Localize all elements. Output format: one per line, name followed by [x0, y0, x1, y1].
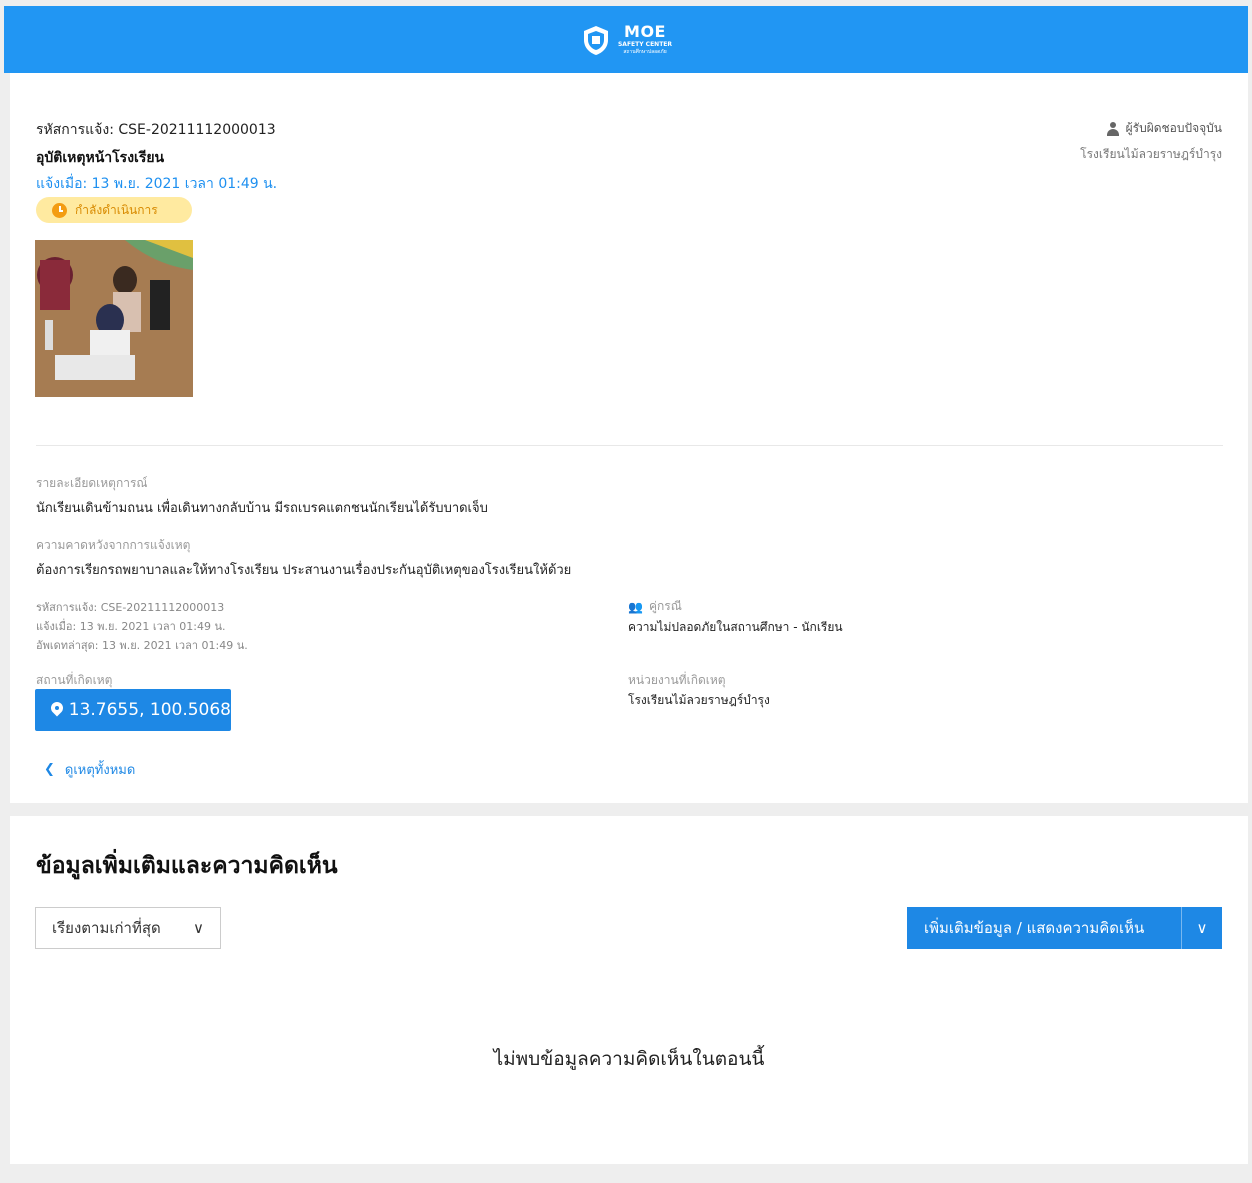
agency-label: หน่วยงานที่เกิดเหตุ	[628, 673, 726, 687]
responsible-name: โรงเรียนไม้ลวยราษฎร์บำรุง	[1080, 147, 1222, 161]
add-comment-label: เพิ่มเติมข้อมูล / แสดงความคิดเห็น	[924, 919, 1145, 937]
comments-card: ข้อมูลเพิ่มเติมและความคิดเห็น เรียงตามเก…	[10, 816, 1248, 1164]
status-badge: กำลังดำเนินการ	[36, 197, 192, 223]
sort-label: เรียงตามเก่าที่สุด	[52, 919, 161, 937]
map-pin-icon	[51, 702, 61, 718]
meta-updated: อัพเดทล่าสุด: 13 พ.ย. 2021 เวลา 01:49 น.	[36, 639, 248, 652]
dropdown-chevron-icon[interactable]: ∨	[1182, 919, 1222, 937]
location-value: 13.7655, 100.5068	[68, 700, 231, 720]
reported-time: แจ้งเมื่อ: 13 พ.ย. 2021 เวลา 01:49 น.	[36, 176, 278, 192]
clock-icon	[52, 202, 67, 218]
category-value: ความไม่ปลอดภัยในสถานศึกษา - นักเรียน	[628, 620, 843, 634]
logo-title: MOE	[624, 22, 666, 41]
expectation-label: ความคาดหวังจากการแจ้งเหตุ	[36, 538, 191, 552]
agency-value: โรงเรียนไม้ลวยราษฎร์บำรุง	[628, 693, 770, 707]
view-all-link[interactable]: ❮ ดูเหตุทั้งหมด	[44, 759, 135, 780]
category-label: คู่กรณี	[648, 599, 682, 613]
person-icon	[1106, 121, 1120, 136]
responsible-label: ผู้รับผิดชอบปัจจุบัน	[1125, 121, 1222, 135]
incident-photo[interactable]	[35, 240, 193, 397]
chevron-down-icon: ∨	[193, 919, 204, 937]
location-button[interactable]: 13.7655, 100.5068	[35, 689, 231, 731]
sort-select[interactable]: เรียงตามเก่าที่สุด ∨	[35, 907, 221, 949]
logo-tagline: สถานศึกษาปลอดภัย	[623, 49, 667, 55]
logo-subtitle: SAFETY CENTER	[617, 41, 673, 48]
responsible-header: ผู้รับผิดชอบปัจจุบัน	[1106, 119, 1222, 138]
event-detail-label: รายละเอียดเหตุการณ์	[36, 476, 148, 490]
divider	[36, 445, 1223, 446]
case-title: อุบัติเหตุหน้าโรงเรียน	[36, 150, 165, 166]
view-all-label: ดูเหตุทั้งหมด	[64, 763, 136, 778]
add-comment-button[interactable]: เพิ่มเติมข้อมูล / แสดงความคิดเห็น ∨	[907, 907, 1222, 949]
comments-title: ข้อมูลเพิ่มเติมและความคิดเห็น	[36, 853, 338, 879]
event-detail-text: นักเรียนเดินข้ามถนน เพื่อเดินทางกลับบ้าน…	[36, 501, 488, 516]
location-label: สถานที่เกิดเหตุ	[36, 673, 113, 687]
case-code: รหัสการแจ้ง: CSE-20211112000013	[36, 122, 276, 138]
moe-logo[interactable]: MOE SAFETY CENTER สถานศึกษาปลอดภัย	[580, 24, 672, 56]
chevron-left-icon: ❮	[44, 762, 55, 777]
meta-reported: แจ้งเมื่อ: 13 พ.ย. 2021 เวลา 01:49 น.	[36, 620, 226, 633]
meta-case-code: รหัสการแจ้ง: CSE-20211112000013	[36, 601, 225, 614]
empty-comments-message: ไม่พบข้อมูลความคิดเห็นในตอนนี้	[493, 1048, 765, 1070]
app-header: MOE SAFETY CENTER สถานศึกษาปลอดภัย	[4, 6, 1248, 73]
group-icon: 👥	[628, 599, 643, 614]
status-label: กำลังดำเนินการ	[75, 202, 158, 217]
category-header: 👥 คู่กรณี	[628, 597, 682, 616]
case-detail-card: รหัสการแจ้ง: CSE-20211112000013 อุบัติเห…	[10, 73, 1248, 803]
shield-logo-icon	[583, 25, 608, 55]
expectation-text: ต้องการเรียกรถพยาบาลและให้ทางโรงเรียน ปร…	[36, 563, 572, 578]
